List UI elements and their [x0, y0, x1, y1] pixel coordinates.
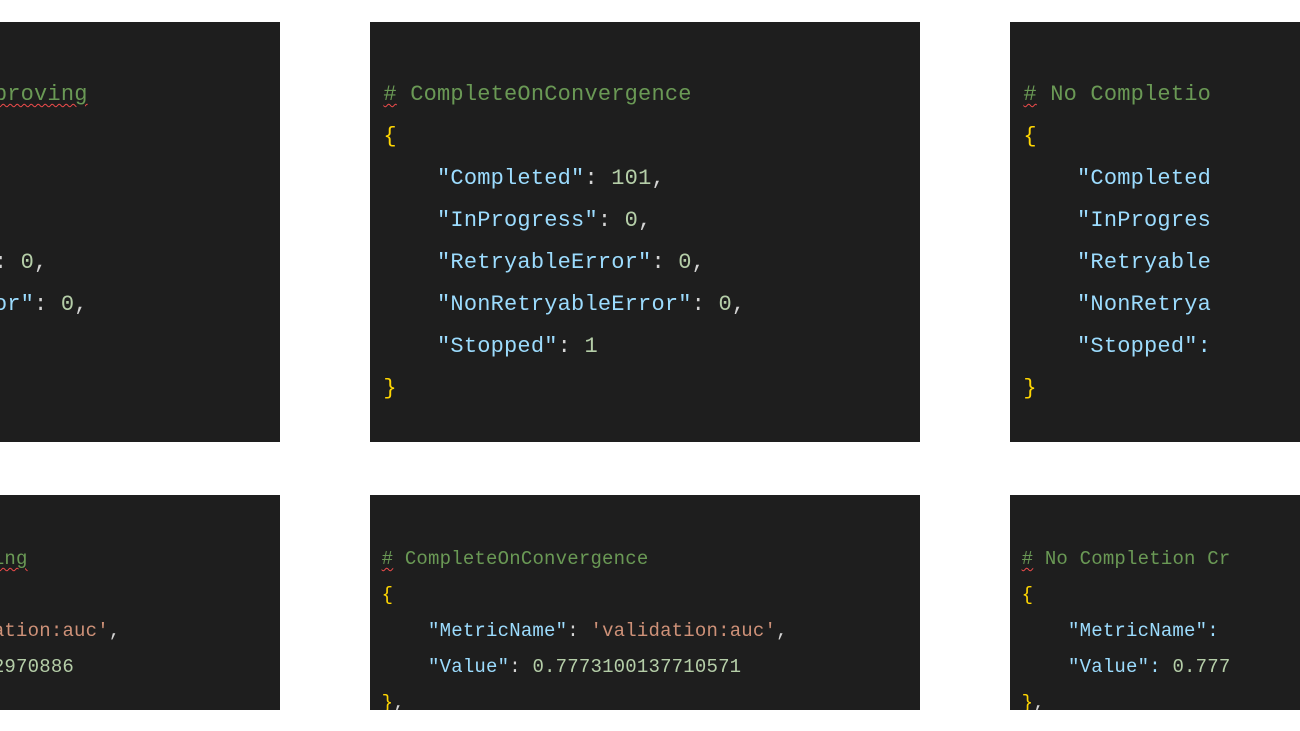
brace-open: {: [370, 584, 393, 606]
code-panel-1: veNotImproving d": 20, ss": 0, eError": …: [0, 22, 280, 442]
json-line: "Completed": 101,: [370, 166, 665, 191]
json-line: "RetryableError": 0,: [370, 250, 705, 275]
json-line: "Stopped": 1: [370, 334, 598, 359]
code-panel-4: otImproving : 'validation:auc', 67409980…: [0, 495, 280, 710]
code-panel-5: # CompleteOnConvergence { "MetricName": …: [370, 495, 920, 710]
json-line: "Stopped":: [1010, 334, 1211, 359]
json-line: "MetricName":: [1010, 620, 1230, 642]
brace-open: {: [370, 124, 397, 149]
brace-close: }: [370, 376, 397, 401]
json-line: eError": 0,: [0, 250, 47, 275]
comment-line: # No Completio: [1010, 82, 1211, 107]
json-line: "Value": 0.777: [1010, 656, 1230, 678]
brace-close: }: [1010, 376, 1037, 401]
comment-line: # CompleteOnConvergence: [370, 548, 648, 570]
comment-line: # # CompleteOnConvergenceCompleteOnConve…: [370, 82, 692, 107]
code-panel-2: # # CompleteOnConvergenceCompleteOnConve…: [370, 22, 920, 442]
json-line: "NonRetryableError": 0,: [370, 292, 745, 317]
json-line: ableError": 0,: [0, 292, 88, 317]
json-line: "MetricName": 'validation:auc',: [370, 620, 788, 642]
brace-close: },: [1010, 692, 1045, 710]
json-line: : 'validation:auc',: [0, 620, 120, 642]
json-line: "InProgres: [1010, 208, 1211, 233]
json-line: "NonRetrya: [1010, 292, 1211, 317]
comment-line: # No Completion Cr: [1010, 548, 1230, 570]
json-line: "Retryable: [1010, 250, 1211, 275]
json-line: "Value": 0.7773100137710571: [370, 656, 741, 678]
json-line: "InProgress": 0,: [370, 208, 651, 233]
comment-line: otImproving: [0, 548, 28, 570]
brace-open: {: [1010, 584, 1033, 606]
brace-close: },: [370, 692, 405, 710]
brace-open: {: [1010, 124, 1037, 149]
code-panel-6: # No Completion Cr { "MetricName": "Valu…: [1010, 495, 1300, 710]
code-panel-3: # No Completio { "Completed "InProgres "…: [1010, 22, 1300, 442]
json-line: "Completed: [1010, 166, 1211, 191]
json-line: 674099802970886: [0, 656, 74, 678]
comment-line: veNotImproving: [0, 82, 88, 107]
